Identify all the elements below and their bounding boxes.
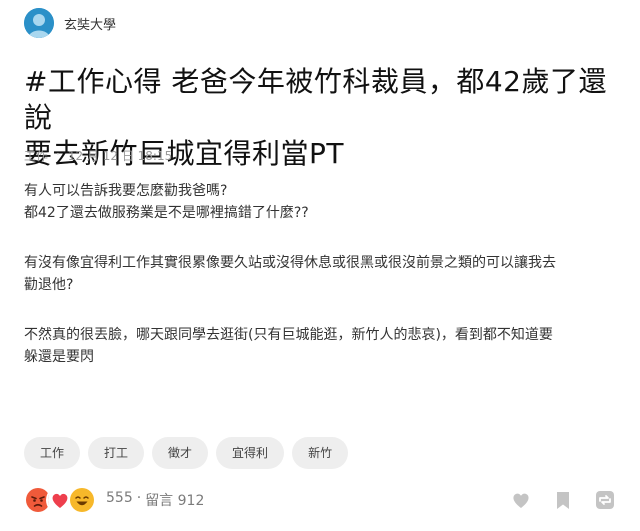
body-line: 有人可以告訴我要怎麼勸我爸嗎? bbox=[24, 183, 228, 199]
board-link[interactable]: 工作 bbox=[24, 147, 48, 164]
tag-hsinchu[interactable]: 新竹 bbox=[292, 437, 349, 469]
post-body: 有人可以告訴我要怎麼勸我爸嗎? 都42了還去做服務業是不是哪裡搞錯了什麼?? 有… bbox=[24, 180, 614, 368]
comment-count[interactable]: 留言 912 bbox=[145, 490, 204, 510]
school-avatar-icon bbox=[24, 8, 54, 38]
reaction-summary[interactable]: 555 · 留言 912 bbox=[24, 486, 204, 514]
post-actions bbox=[510, 489, 616, 511]
tag-hiring[interactable]: 徵才 bbox=[152, 437, 209, 469]
body-line: 都42了還去做服務業是不是哪裡搞錯了什麼?? bbox=[24, 205, 309, 221]
tag-list: 工作 打工 徵才 宜得利 新竹 bbox=[24, 437, 349, 469]
tag-part-time[interactable]: 打工 bbox=[88, 437, 145, 469]
meta-separator: · bbox=[56, 147, 60, 161]
body-line: 勸退他? bbox=[24, 277, 74, 293]
like-count: 555 bbox=[106, 490, 133, 506]
share-icon[interactable] bbox=[594, 489, 616, 511]
body-line: 不然真的很丟臉，哪天跟同學去逛街(只有巨城能逛，新竹人的悲哀)，看到都不知道要 bbox=[24, 327, 553, 343]
post-stats: 555 · 留言 912 bbox=[106, 490, 204, 510]
heart-icon[interactable] bbox=[510, 489, 532, 511]
post-meta: 工作 · 12 月 12 日 18:15 bbox=[24, 147, 172, 164]
post-author[interactable]: 玄奘大學 bbox=[24, 6, 116, 40]
laugh-emoji-icon bbox=[68, 486, 96, 514]
tag-nitori[interactable]: 宜得利 bbox=[216, 437, 285, 469]
post-page: 玄奘大學 #工作心得 老爸今年被竹科裁員，都42歲了還說 要去新竹巨城宜得利當P… bbox=[0, 0, 640, 531]
stats-separator: · bbox=[136, 490, 142, 506]
bookmark-icon[interactable] bbox=[552, 489, 574, 511]
post-title-line-1: #工作心得 老爸今年被竹科裁員，都42歲了還說 bbox=[24, 65, 607, 134]
post-datetime: 12 月 12 日 18:15 bbox=[67, 149, 173, 163]
body-line: 有沒有像宜得利工作其實很累像要久站或沒得休息或很黑或很沒前景之類的可以讓我去 bbox=[24, 255, 556, 271]
body-line: 躲還是要閃 bbox=[24, 349, 94, 365]
tag-work[interactable]: 工作 bbox=[24, 437, 81, 469]
school-name: 玄奘大學 bbox=[64, 17, 117, 33]
post-footer: 555 · 留言 912 bbox=[24, 486, 616, 514]
